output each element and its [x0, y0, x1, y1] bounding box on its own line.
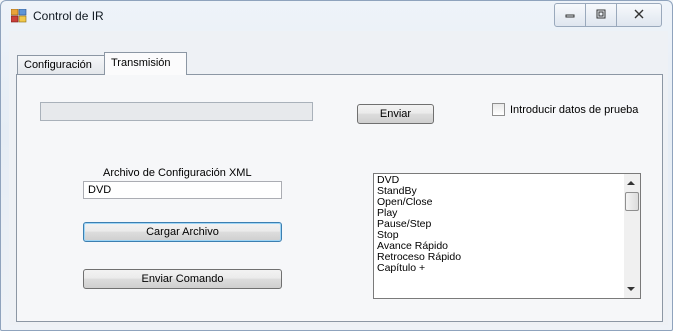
minimize-icon — [565, 9, 575, 22]
test-data-checkbox[interactable] — [492, 103, 505, 116]
xml-file-label: Archivo de Configuración XML — [103, 167, 252, 179]
window-title: Control de IR — [33, 9, 104, 23]
close-icon — [634, 9, 644, 22]
load-file-button[interactable]: Cargar Archivo — [83, 222, 282, 242]
send-button[interactable]: Enviar — [357, 104, 434, 124]
title-bar[interactable]: Control de IR — [1, 1, 672, 31]
xml-file-input[interactable]: DVD — [83, 181, 282, 199]
command-list: DVD StandBy Open/Close Play Pause/Step S… — [377, 175, 461, 274]
list-scrollbar[interactable] — [624, 174, 640, 298]
minimize-button[interactable] — [554, 3, 586, 27]
scroll-thumb[interactable] — [625, 192, 639, 211]
send-command-button[interactable]: Enviar Comando — [83, 269, 282, 289]
app-icon — [10, 8, 27, 23]
tab-configuracion[interactable]: Configuración — [17, 55, 111, 75]
scroll-up-icon[interactable] — [627, 181, 635, 185]
progress-bar — [40, 102, 313, 121]
test-data-checkbox-label: Introducir datos de prueba — [510, 103, 639, 116]
transmission-panel: Enviar Introducir datos de prueba Archiv… — [16, 74, 663, 322]
scroll-down-icon[interactable] — [627, 287, 635, 291]
maximize-icon — [596, 9, 606, 22]
close-button[interactable] — [617, 3, 662, 27]
tab-transmision[interactable]: Transmisión — [104, 52, 187, 75]
command-listbox[interactable]: DVD StandBy Open/Close Play Pause/Step S… — [373, 173, 641, 299]
test-data-checkbox-row[interactable]: Introducir datos de prueba — [492, 103, 638, 116]
caption-buttons — [554, 3, 662, 27]
client-area: Configuración Transmisión Enviar Introdu… — [9, 31, 668, 325]
maximize-button[interactable] — [586, 3, 617, 27]
list-item[interactable]: Capítulo + — [377, 263, 461, 274]
app-window: Control de IR Configuración Transmisión … — [0, 0, 673, 331]
